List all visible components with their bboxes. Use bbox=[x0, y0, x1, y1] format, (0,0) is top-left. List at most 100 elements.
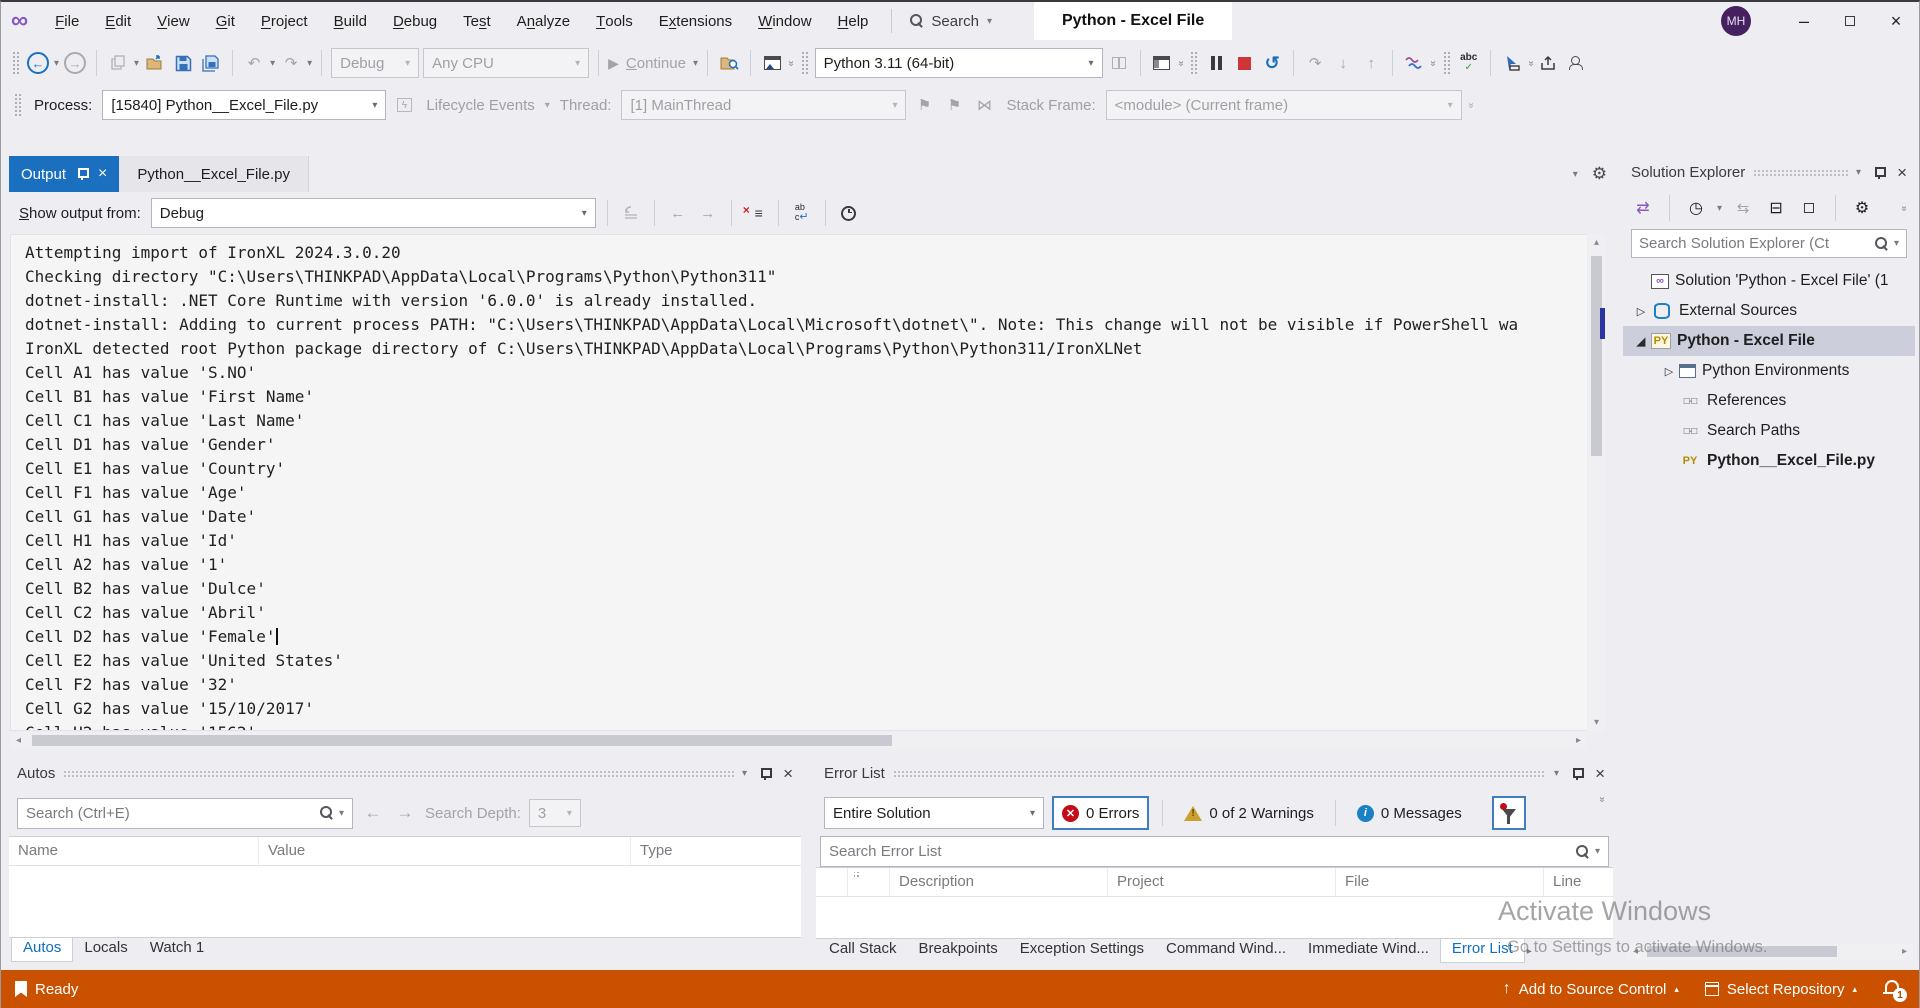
toolbar-overflow-icon[interactable]: » bbox=[1597, 797, 1608, 803]
toolbar-overflow-icon[interactable]: » bbox=[1175, 60, 1186, 66]
menu-file[interactable]: File bbox=[42, 2, 92, 40]
output-horizontal-scrollbar[interactable]: ◂ ▸ bbox=[10, 732, 1587, 749]
save-all-button[interactable] bbox=[199, 50, 223, 76]
save-button[interactable] bbox=[171, 50, 195, 76]
toggle-current-thread-button[interactable]: ⋈ bbox=[972, 92, 996, 118]
process-dropdown[interactable]: [15840] Python__Excel_File.py ▾ bbox=[102, 90, 386, 120]
stack-frame-dropdown[interactable]: <module> (Current frame) ▾ bbox=[1106, 90, 1462, 120]
chevron-down-icon[interactable]: ▾ bbox=[1894, 238, 1899, 249]
chevron-down-icon[interactable]: ▾ bbox=[339, 808, 344, 819]
solution-horizontal-scrollbar[interactable]: ◂ ▸ bbox=[1627, 943, 1913, 960]
output-source-dropdown[interactable]: Debug ▾ bbox=[151, 198, 596, 228]
collapsed-expander-icon[interactable]: ▷ bbox=[1659, 365, 1679, 378]
toolbar-drag-handle[interactable] bbox=[12, 51, 19, 75]
window-layout-button[interactable] bbox=[1150, 50, 1174, 76]
tab-call-stack[interactable]: Call Stack bbox=[818, 939, 908, 963]
search-deeper-button[interactable]: → bbox=[393, 800, 417, 826]
menu-build[interactable]: Build bbox=[321, 2, 380, 40]
next-message-button[interactable]: → bbox=[696, 200, 720, 226]
chevron-down-icon[interactable]: ▾ bbox=[270, 58, 275, 69]
toolbar-overflow-icon[interactable]: » bbox=[1899, 205, 1910, 211]
tab-immediate-wind[interactable]: Immediate Wind... bbox=[1297, 939, 1440, 963]
tab-watch-1[interactable]: Watch 1 bbox=[139, 938, 215, 962]
console-output[interactable]: Attempting import of IronXL 2024.3.0.20C… bbox=[10, 234, 1587, 731]
tab-command-wind[interactable]: Command Wind... bbox=[1155, 939, 1297, 963]
pin-icon[interactable] bbox=[1571, 767, 1583, 781]
switch-views-button[interactable]: ⇄ bbox=[1631, 195, 1655, 221]
tree-item-python-excel-file-py[interactable]: PYPython__Excel_File.py bbox=[1623, 446, 1915, 476]
solution-explorer-titlebar[interactable]: Solution Explorer ▾ × bbox=[1623, 156, 1915, 189]
menu-tools[interactable]: Tools bbox=[583, 2, 646, 40]
sync-with-active-document-button[interactable]: ⇆ bbox=[1731, 195, 1755, 221]
messages-filter-button[interactable]: i 0 Messages bbox=[1349, 796, 1470, 830]
horizontal-scroll-thumb[interactable] bbox=[32, 735, 892, 746]
tab-scroll-right-icon[interactable]: ▸ bbox=[1527, 946, 1532, 957]
solution-platform-dropdown[interactable]: Any CPU ▾ bbox=[423, 48, 589, 78]
redo-button[interactable]: ↷ bbox=[279, 50, 303, 76]
horizontal-scroll-thumb[interactable] bbox=[1647, 946, 1837, 957]
close-icon[interactable]: × bbox=[1897, 163, 1907, 183]
close-button[interactable]: × bbox=[1873, 2, 1919, 40]
lifecycle-events-button[interactable]: ϟ bbox=[392, 92, 416, 118]
autos-titlebar[interactable]: Autos ▾ × bbox=[9, 757, 801, 790]
toolbar-drag-handle[interactable] bbox=[14, 93, 21, 117]
tab-python-excel-file[interactable]: Python__Excel_File.py bbox=[119, 156, 309, 192]
error-scope-dropdown[interactable]: Entire Solution ▾ bbox=[824, 797, 1044, 829]
chevron-down-icon[interactable]: ▾ bbox=[54, 58, 59, 69]
tree-item-python-excel-file[interactable]: ◢PYPython - Excel File bbox=[1623, 326, 1915, 356]
search-depth-dropdown[interactable]: 3 ▾ bbox=[529, 799, 581, 827]
search-shallower-button[interactable]: ← bbox=[361, 800, 385, 826]
restore-button[interactable] bbox=[1827, 2, 1873, 40]
close-icon[interactable]: × bbox=[1595, 764, 1605, 784]
scroll-left-icon[interactable]: ◂ bbox=[10, 732, 27, 749]
tree-item-solution-python-excel-file-1[interactable]: ∞Solution 'Python - Excel File' (1 bbox=[1623, 266, 1915, 296]
menu-analyze[interactable]: Analyze bbox=[504, 2, 583, 40]
undo-button[interactable]: ↶ bbox=[242, 50, 266, 76]
toolbar-overflow-icon[interactable]: » bbox=[1525, 60, 1536, 66]
search-box[interactable]: Search ▾ bbox=[902, 13, 1000, 30]
column-header-file[interactable]: File bbox=[1336, 868, 1544, 896]
new-item-button[interactable] bbox=[106, 50, 130, 76]
menu-help[interactable]: Help bbox=[825, 2, 882, 40]
window-position-chevron-icon[interactable]: ▾ bbox=[1856, 167, 1861, 178]
toolbar-drag-handle[interactable] bbox=[1190, 51, 1197, 75]
runtime-environment-dropdown[interactable]: Python 3.11 (64-bit) ▾ bbox=[815, 48, 1103, 78]
notifications-button[interactable]: 1 bbox=[1883, 978, 1905, 1000]
menu-test[interactable]: Test bbox=[450, 2, 504, 40]
pending-changes-filter-button[interactable]: ◷ bbox=[1684, 195, 1708, 221]
navigate-forward-button[interactable]: → bbox=[63, 50, 87, 76]
tab-breakpoints[interactable]: Breakpoints bbox=[908, 939, 1009, 963]
tree-item-search-paths[interactable]: Search Paths bbox=[1623, 416, 1915, 446]
account-avatar[interactable]: MH bbox=[1721, 6, 1751, 36]
window-position-chevron-icon[interactable]: ▾ bbox=[742, 768, 747, 779]
error-list-titlebar[interactable]: Error List ▾ × bbox=[816, 757, 1613, 790]
collapsed-expander-icon[interactable]: ▷ bbox=[1631, 305, 1651, 318]
tab-exception-settings[interactable]: Exception Settings bbox=[1009, 939, 1155, 963]
select-repository-button[interactable]: Select Repository ▴ bbox=[1705, 981, 1857, 998]
select-element-button[interactable] bbox=[1500, 50, 1524, 76]
step-into-button[interactable]: ↓ bbox=[1331, 50, 1355, 76]
navigate-back-button[interactable]: ← bbox=[26, 50, 50, 76]
toggle-timestamp-button[interactable] bbox=[837, 200, 861, 226]
window-position-chevron-icon[interactable]: ▾ bbox=[1554, 768, 1559, 779]
goto-source-button[interactable] bbox=[619, 200, 643, 226]
autos-search-box[interactable]: Search (Ctrl+E) ▾ bbox=[17, 798, 353, 829]
tab-list-chevron-icon[interactable]: ▾ bbox=[1573, 169, 1578, 180]
scroll-down-icon[interactable]: ▾ bbox=[1588, 714, 1605, 731]
column-header-description[interactable]: Description bbox=[890, 868, 1108, 896]
toolbar-drag-handle[interactable] bbox=[1443, 51, 1450, 75]
clear-all-button[interactable]: ≡ × bbox=[743, 200, 767, 226]
pin-icon[interactable] bbox=[1873, 166, 1885, 180]
properties-button[interactable]: ⚙ bbox=[1850, 195, 1874, 221]
pin-icon[interactable] bbox=[76, 167, 88, 181]
toolbar-overflow-icon[interactable]: » bbox=[1465, 102, 1476, 108]
minimize-button[interactable]: – bbox=[1781, 2, 1827, 40]
break-all-button[interactable] bbox=[1204, 50, 1228, 76]
scroll-left-icon[interactable]: ◂ bbox=[1627, 943, 1644, 960]
menu-git[interactable]: Git bbox=[203, 2, 248, 40]
chevron-down-icon[interactable]: ▾ bbox=[1717, 203, 1722, 214]
expanded-expander-icon[interactable]: ◢ bbox=[1631, 335, 1651, 348]
gear-icon[interactable]: ⚙ bbox=[1592, 164, 1607, 184]
column-header-project[interactable]: Project bbox=[1108, 868, 1336, 896]
close-icon[interactable]: × bbox=[783, 764, 793, 784]
